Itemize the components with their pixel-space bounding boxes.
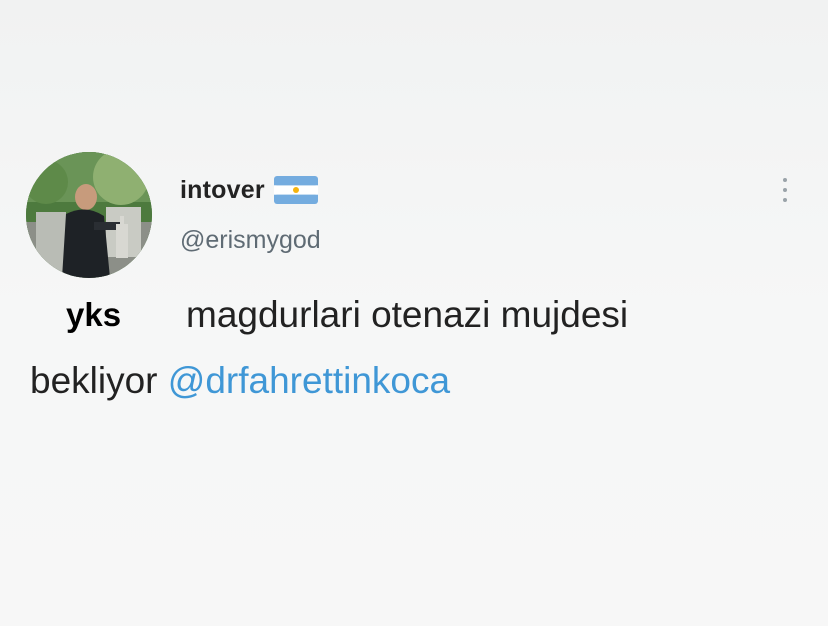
argentina-flag-icon xyxy=(273,176,318,204)
tweet-text-prefix: bekliyor xyxy=(30,360,158,401)
more-vertical-icon xyxy=(783,188,787,192)
avatar[interactable] xyxy=(26,152,152,278)
mention-link[interactable]: @drfahrettinkoca xyxy=(168,360,450,401)
more-options-button[interactable] xyxy=(774,170,796,210)
display-name[interactable]: intover xyxy=(180,176,265,205)
page-background: intover @erismygod yks magdurlari otenaz… xyxy=(0,0,828,626)
display-name-row: intover xyxy=(180,174,318,206)
more-vertical-icon xyxy=(783,198,787,202)
avatar-photo xyxy=(26,152,152,278)
overlay-label: yks xyxy=(66,296,122,333)
user-handle[interactable]: @erismygod xyxy=(180,226,321,255)
tweet-text-line-2: bekliyor @drfahrettinkoca xyxy=(30,360,450,402)
tweet-text-line-1: magdurlari otenazi mujdesi xyxy=(186,294,629,335)
more-vertical-icon xyxy=(783,178,787,182)
tweet-card: intover @erismygod yks magdurlari otenaz… xyxy=(0,0,828,626)
